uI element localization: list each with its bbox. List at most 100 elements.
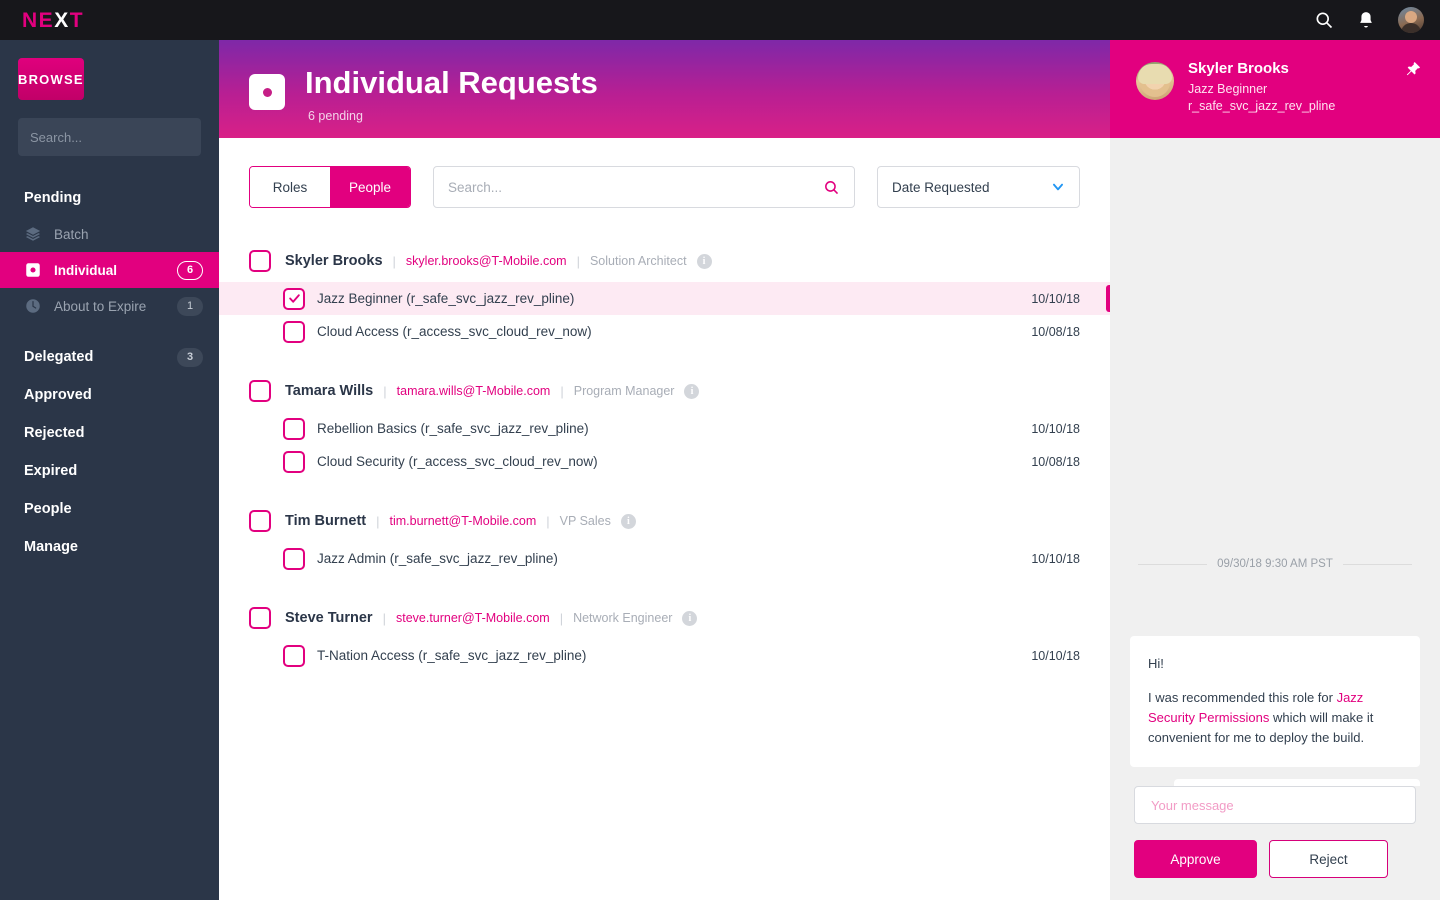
person-row: Steve Turner | steve.turner@T-Mobile.com… [219,597,1110,639]
person-checkbox[interactable] [249,607,271,629]
person-email[interactable]: skyler.brooks@T-Mobile.com [406,254,567,268]
request-checkbox[interactable] [283,417,305,440]
person-row: Tim Burnett | tim.burnett@T-Mobile.com |… [219,500,1110,542]
person-role: Solution Architect [589,254,687,268]
person-email[interactable]: tim.burnett@T-Mobile.com [390,514,537,528]
logo-suffix: T [69,8,85,32]
sidebar-item-delegated[interactable]: Delegated 3 [0,338,219,376]
search-icon[interactable] [823,179,840,196]
approve-button[interactable]: Approve [1134,840,1257,878]
request-label: Jazz Admin (r_safe_svc_jazz_rev_pline) [317,551,558,566]
sidebar-item-individual[interactable]: Individual 6 [0,252,219,288]
search-input[interactable] [448,179,823,195]
page-title: Individual Requests [305,65,598,100]
sidebar-item-label: Expired [24,463,78,479]
detail-person-name: Skyler Brooks [1188,60,1289,77]
view-toggle: Roles People [249,166,411,208]
person-name: Steve Turner [285,610,373,626]
sidebar-item-expired[interactable]: Expired [0,452,219,490]
person-checkbox[interactable] [249,380,271,402]
search-box[interactable] [433,166,855,208]
message-input[interactable] [1151,797,1399,813]
sidebar-item-manage[interactable]: Manage [0,528,219,566]
info-icon[interactable]: i [684,383,700,399]
request-row[interactable]: Cloud Access (r_access_svc_cloud_rev_now… [219,315,1110,348]
person-name: Tim Burnett [285,513,367,529]
chat-bubbles: Hi! I was recommended this role for Jazz… [1130,636,1420,786]
app-logo[interactable]: NEXT [22,10,84,31]
sidebar-item-label: Approved [24,387,92,403]
chat-message-body: I was recommended this role for Jazz Sec… [1148,688,1402,748]
request-date: 10/10/18 [1031,551,1080,566]
info-icon[interactable]: i [620,513,636,529]
info-icon[interactable]: i [682,610,698,626]
bell-icon[interactable] [1356,10,1376,30]
message-input-wrap[interactable] [1134,786,1416,824]
person-email[interactable]: tamara.wills@T-Mobile.com [397,384,551,398]
chat-date-divider: 09/30/18 9:30 AM PST [1110,558,1440,570]
request-checkbox[interactable] [283,644,305,667]
detail-panel-footer: Approve Reject [1110,786,1440,900]
request-label: Cloud Access (r_access_svc_cloud_rev_now… [317,324,592,339]
pin-icon[interactable] [1404,60,1422,78]
request-checkbox[interactable] [283,450,305,473]
avatar[interactable] [1398,7,1424,33]
request-date: 10/10/18 [1031,421,1080,436]
sidebar-item-label: Batch [54,226,89,242]
logo-x: X [54,8,70,32]
person-role: Network Engineer [573,611,673,625]
request-label: Rebellion Basics (r_safe_svc_jazz_rev_pl… [317,421,589,436]
chat-message-bubble: Hi! I was recommended this role for Jazz… [1130,636,1420,767]
check-icon [288,294,300,303]
search-icon[interactable] [1314,10,1334,30]
sidebar-item-approved[interactable]: Approved [0,376,219,414]
request-checkbox[interactable] [283,320,305,343]
sidebar-item-rejected[interactable]: Rejected [0,414,219,452]
person-email[interactable]: steve.turner@T-Mobile.com [396,611,550,625]
request-row[interactable]: Jazz Beginner (r_safe_svc_jazz_rev_pline… [219,282,1115,315]
tab-people[interactable]: People [330,167,410,207]
chat-body-before: I was recommended this role for [1148,690,1337,706]
clock-icon [26,299,40,313]
toolbar: Roles People Date Requested [219,138,1110,208]
sidebar: BROWSE Pending Batch Individual 6 [0,40,219,900]
request-row[interactable]: Jazz Admin (r_safe_svc_jazz_rev_pline) 1… [219,542,1110,575]
request-checkbox[interactable] [283,287,305,310]
request-date: 10/08/18 [1031,324,1080,339]
browse-button[interactable]: BROWSE [18,58,84,100]
main-content: Individual Requests 6 pending Roles Peop… [219,40,1115,900]
tab-roles[interactable]: Roles [250,167,330,207]
request-row[interactable]: Cloud Security (r_access_svc_cloud_rev_n… [219,445,1110,478]
request-date: 10/10/18 [1031,291,1080,306]
info-icon[interactable]: i [696,253,712,269]
sort-dropdown[interactable]: Date Requested [877,166,1080,208]
request-checkbox[interactable] [283,547,305,570]
person-checkbox[interactable] [249,250,271,272]
person-checkbox[interactable] [249,510,271,532]
person-name: Tamara Wills [285,383,374,399]
request-row[interactable]: Rebellion Basics (r_safe_svc_jazz_rev_pl… [219,412,1110,445]
request-list: Skyler Brooks | skyler.brooks@T-Mobile.c… [219,240,1115,672]
chat-thread: 09/30/18 9:30 AM PST Hi! I was recommend… [1110,138,1440,786]
sidebar-section-pending: Pending [24,190,82,206]
person-role: VP Sales [559,514,611,528]
request-label: Cloud Security (r_access_svc_cloud_rev_n… [317,454,598,469]
sidebar-item-people[interactable]: People [0,490,219,528]
sidebar-search[interactable] [18,118,206,156]
sidebar-search-input[interactable] [30,129,206,145]
person-name: Skyler Brooks [285,253,383,269]
app-root: NEXT BROWSE Pending Batch [0,0,1440,900]
chat-message-row: Can you give me an access? [1130,778,1420,786]
chat-message-bubble: Can you give me an access? [1174,778,1420,786]
request-label: T-Nation Access (r_safe_svc_jazz_rev_pli… [317,648,587,663]
detail-role-key: r_safe_svc_jazz_rev_pline [1188,99,1336,113]
request-date: 10/08/18 [1031,454,1080,469]
top-bar: NEXT [0,0,1440,40]
sidebar-item-label: About to Expire [54,298,147,314]
request-row[interactable]: T-Nation Access (r_safe_svc_jazz_rev_pli… [219,639,1110,672]
reject-button[interactable]: Reject [1269,840,1388,878]
request-label: Jazz Beginner (r_safe_svc_jazz_rev_pline… [317,291,575,306]
sidebar-item-batch[interactable]: Batch [0,216,219,252]
sidebar-item-about-to-expire[interactable]: About to Expire 1 [0,288,219,324]
